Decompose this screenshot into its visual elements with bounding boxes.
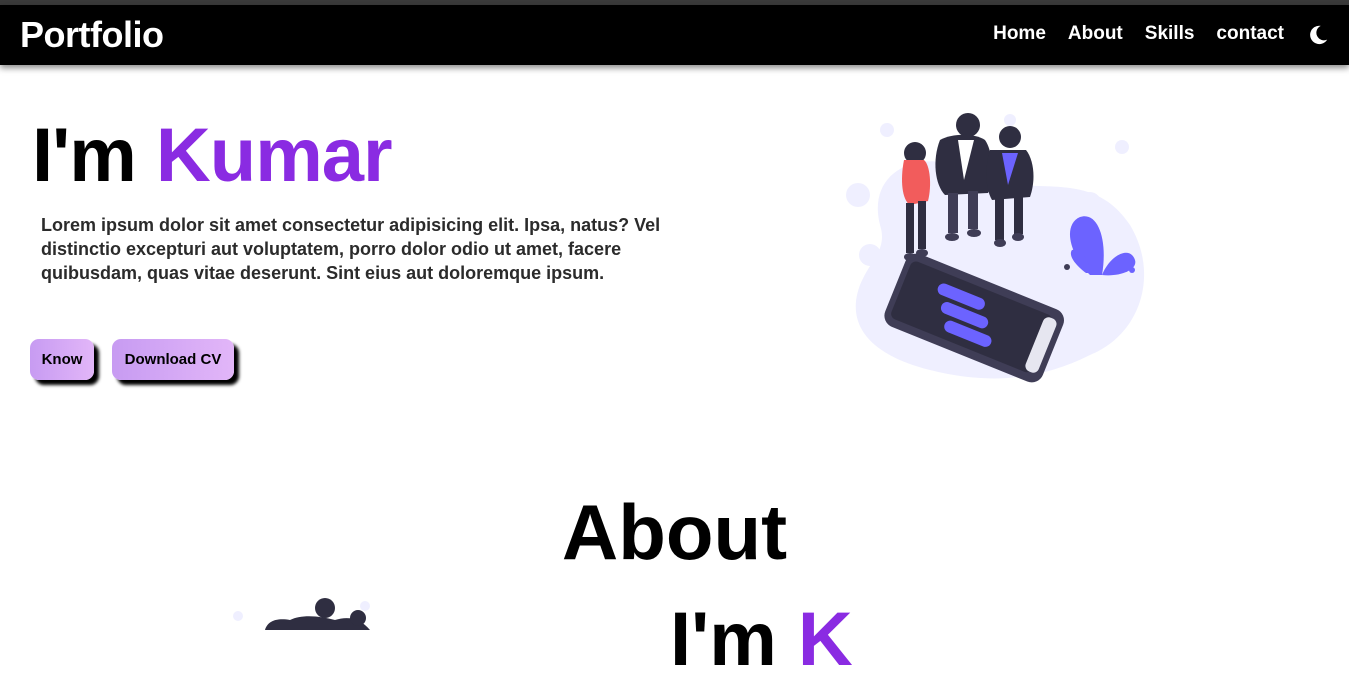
hero-title: I'm Kumar bbox=[32, 112, 393, 199]
moon-icon[interactable] bbox=[1307, 24, 1329, 46]
team-illustration bbox=[233, 598, 370, 630]
about-subtitle: I'm K bbox=[670, 596, 853, 683]
brand-logo[interactable]: Portfolio bbox=[20, 14, 164, 56]
about-name: K bbox=[797, 597, 853, 682]
about-greeting: I'm bbox=[670, 597, 777, 682]
hero-description: Lorem ipsum dolor sit amet consectetur a… bbox=[41, 215, 661, 283]
team-with-phone-illustration bbox=[846, 113, 1145, 383]
about-heading: About bbox=[561, 488, 788, 576]
nav-link-contact[interactable]: contact bbox=[1216, 23, 1284, 45]
hero-name: Kumar bbox=[155, 113, 393, 198]
nav-link-home[interactable]: Home bbox=[993, 23, 1046, 45]
nav-link-skills[interactable]: Skills bbox=[1145, 23, 1195, 45]
navbar: Portfolio Home About Skills contact bbox=[0, 5, 1349, 65]
download-cv-button[interactable]: Download CV bbox=[112, 339, 234, 380]
nav-link-about[interactable]: About bbox=[1068, 23, 1123, 45]
hero-greeting: I'm bbox=[32, 113, 137, 198]
nav-links: Home About Skills contact bbox=[993, 23, 1284, 45]
know-button[interactable]: Know bbox=[30, 339, 94, 380]
